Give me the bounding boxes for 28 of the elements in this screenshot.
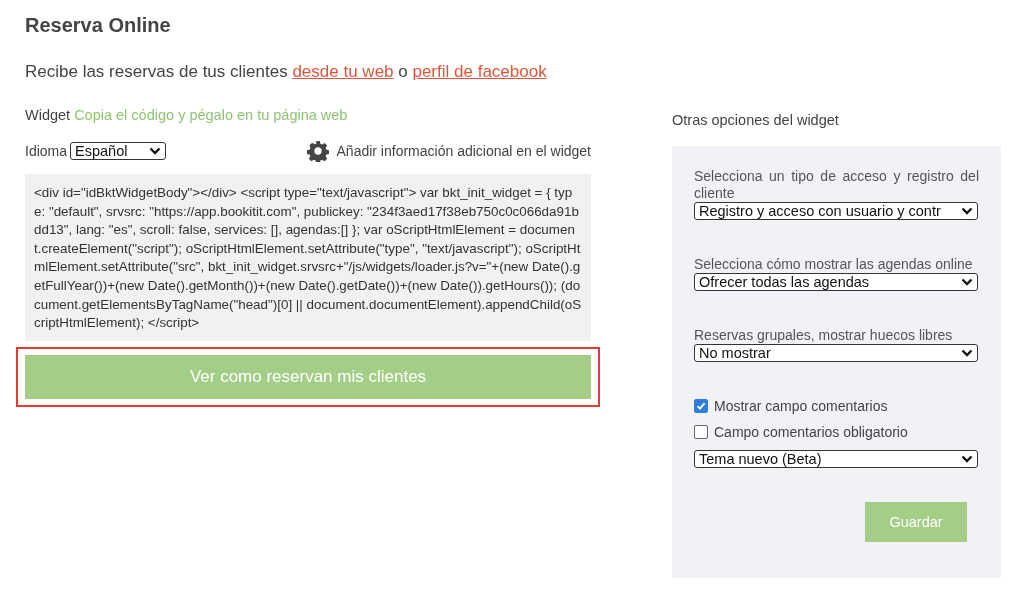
caret-icon [961,207,973,215]
option-select[interactable]: No mostrar [694,344,978,362]
link[interactable]: perfil de facebook [412,62,547,81]
option-label: Reservas grupales, mostrar huecos libres [694,327,954,344]
checkbox[interactable] [694,399,708,413]
extra-info-link[interactable]: Añadir información adicional en el widget [336,143,591,159]
caret-icon [961,455,973,463]
checkbox-label: Mostrar campo comentarios [714,398,888,414]
caret-icon [961,278,973,286]
option-label: Selecciona un tipo de acceso y registro del cliente [694,168,979,202]
settings-icon[interactable] [306,140,329,162]
widget-label: Widget [25,107,71,123]
link[interactable]: desde tu web [292,62,394,81]
option-select[interactable]: Ofrecer todas las agendas [694,273,978,291]
code-block[interactable]: <div id="idBktWidgetBody"></div> <script type="text/javascript"> var bkt_init_widget = { type: "default", srvsrc: "https://app.bookitit.com", publickey: "234f3aed17f38eb750c0c066da91bdd13", lang: "es", scroll: false, services: [], agendas:[] }; var oScriptHtmlElement = document.createElement("script"); oScriptHtmlElement.setAttribute("type", "text/javascript"); oScriptHtmlElement.setAttribute("src", bkt_init_widget.srvsrc+"/js/widgets/loader.js?v="+(new Date().getFullYear())+(new Date().getMonth())+(new Date().getDate())+(new Date()).getHours()); (document.getElementsByTagName("head")[0] || document.documentElement).appendChild(oScriptHtmlElement); </script> [25,174,591,341]
caret-icon [149,147,162,155]
page-title: Reserva Online [25,14,172,38]
intro-text: Recibe las reservas de tus clientes desde tu web o perfil de facebook [25,62,548,82]
language-label: Idioma [25,143,68,159]
widget-hint: Copia el código y pégalo en tu página web [74,107,348,123]
option-select[interactable]: Registro y acceso con usuario y contr [694,202,978,220]
option-select[interactable]: Tema nuevo (Beta) [694,450,978,468]
checkbox-label: Campo comentarios obligatorio [714,424,908,440]
checkbox[interactable] [694,425,708,439]
options-title: Otras opciones del widget [672,112,840,128]
option-label: Selecciona cómo mostrar las agendas online [694,256,974,273]
caret-icon [961,349,973,357]
language-select[interactable]: Español [70,142,167,160]
